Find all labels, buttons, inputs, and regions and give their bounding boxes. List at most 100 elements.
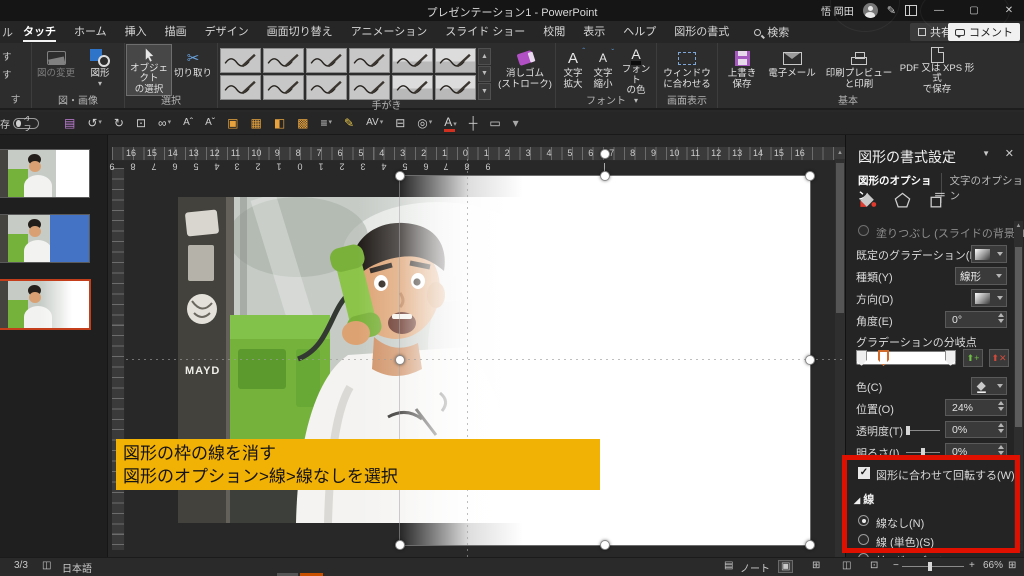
tab-図形の書式[interactable]: 図形の書式 [665, 21, 738, 43]
cut-button[interactable]: ✂ 切り取り [171, 45, 215, 95]
resize-handle-s[interactable] [600, 540, 610, 550]
size-properties-icon[interactable] [928, 191, 947, 213]
gradient-stops-bar[interactable] [856, 350, 956, 366]
zoom-slider-knob[interactable] [928, 562, 932, 571]
slideshow-icon[interactable]: ⊡ [136, 116, 146, 130]
display-icon[interactable]: ⊟ [395, 116, 405, 130]
align-icon[interactable]: ≡ ▾ [321, 116, 333, 130]
add-gradient-stop-button[interactable]: ⬆+ [963, 349, 983, 367]
save-button[interactable]: 上書き 保存 [720, 45, 764, 95]
shrink-font-button[interactable]: Aˇ 文字 縮小 [588, 45, 618, 95]
tab-スライド ショー[interactable]: スライド ショー [436, 21, 534, 43]
transparency-spinner[interactable]: 0% [945, 421, 1007, 438]
gradient-direction-button[interactable] [971, 289, 1007, 307]
tab-表示[interactable]: 表示 [574, 21, 614, 43]
scroll-up-icon[interactable]: ▲ [835, 147, 845, 159]
tab-画面切り替え[interactable]: 画面切り替え [258, 21, 342, 43]
gradient-type-select[interactable]: 線形 [955, 267, 1007, 285]
autosave-toggle[interactable]: 存 オフ [0, 116, 52, 131]
clipped-command[interactable]: す [2, 67, 29, 81]
remove-gradient-stop-button[interactable]: ⬆✕ [989, 349, 1009, 367]
pen-style-5[interactable] [392, 48, 433, 73]
grow-font-button[interactable]: Aˆ 文字 拡大 [558, 45, 588, 95]
pen-style-7[interactable] [220, 75, 261, 100]
brightness-slider[interactable] [906, 448, 940, 457]
horizontal-guide[interactable] [126, 359, 844, 360]
save-as-pdf-button[interactable]: PDF 又は XPS 形式 で保存 [898, 45, 976, 95]
position-spinner[interactable]: 24% [945, 399, 1007, 416]
ribbon-display-options-icon[interactable] [905, 5, 917, 16]
pen-style-1[interactable] [220, 48, 261, 73]
restore-button[interactable]: ▢ [961, 5, 987, 16]
more-commands-icon[interactable]: ▾ [513, 116, 519, 130]
slide-thumbnail-2[interactable] [0, 214, 90, 263]
vertical-guide[interactable] [467, 147, 468, 557]
slide-thumbnail-3-selected[interactable] [0, 279, 91, 330]
tab-file-clipped[interactable]: ル [0, 24, 14, 40]
horizontal-ruler[interactable]: 16 15 14 13 12 11 10 9 8 7 6 5 4 3 2 1 0 1 2 3 4 5 6 7 8 9 10 11 12 1… [112, 147, 845, 161]
normal-view-button[interactable]: ▣ [778, 560, 794, 573]
slide-layout-icon[interactable]: ◧ [274, 116, 285, 130]
shrink-font-icon[interactable]: Aˇ [205, 116, 215, 130]
user-name[interactable]: 悟 岡田 [821, 3, 854, 18]
tab-挿入[interactable]: 挿入 [116, 21, 156, 43]
pen-style-10[interactable] [349, 75, 390, 100]
avatar[interactable] [862, 3, 878, 18]
crop-icon[interactable]: ┼ [469, 116, 478, 130]
resize-handle-w[interactable] [395, 355, 405, 365]
zoom-slider[interactable] [902, 562, 964, 571]
fit-to-window-button[interactable]: ウィンドウ に合わせる [659, 45, 715, 95]
text-box-icon[interactable]: ▭ [489, 116, 500, 130]
undo-icon[interactable]: ↺ ▾ [87, 116, 102, 130]
tab-text-options[interactable]: 文字のオプション [940, 173, 1024, 203]
rotation-handle[interactable] [600, 149, 610, 159]
pen-style-3[interactable] [306, 48, 347, 73]
gradient-stop-3[interactable] [945, 350, 956, 366]
resize-handle-nw[interactable] [395, 171, 405, 181]
scrollbar-thumb[interactable] [1015, 247, 1022, 427]
char-spacing-icon[interactable]: AV ▾ [366, 116, 383, 130]
merge-shapes-icon[interactable]: ◎ ▾ [417, 116, 432, 130]
resize-handle-n[interactable] [600, 171, 610, 181]
transparency-slider[interactable] [906, 426, 940, 435]
duplicate-icon[interactable]: ▩ [297, 116, 308, 130]
slide-sorter-view-button[interactable]: ⊞ [812, 560, 820, 571]
resize-handle-sw[interactable] [395, 540, 405, 550]
inking-pen-icon[interactable]: ✎ [887, 4, 896, 17]
close-button[interactable]: ✕ [996, 5, 1022, 16]
resize-handle-ne[interactable] [805, 171, 815, 181]
font-color-button[interactable]: A フォント の色 ▾ [618, 45, 654, 104]
pen-style-11[interactable] [392, 75, 433, 100]
pen-style-9[interactable] [306, 75, 347, 100]
email-button[interactable]: 電子メール [764, 45, 820, 95]
gallery-more-button[interactable]: ▼ [478, 83, 491, 100]
fit-slide-to-window-button[interactable]: ⊞ [1008, 560, 1016, 571]
hyperlink-icon[interactable]: ∞ ▾ [158, 116, 171, 130]
print-preview-button[interactable]: 印刷プレビュー と印刷 [820, 45, 898, 95]
tab-デザイン[interactable]: デザイン [196, 21, 258, 43]
scrollbar-thumb[interactable] [836, 163, 844, 313]
gallery-down-button[interactable]: ▼ [478, 65, 491, 82]
tab-ホーム[interactable]: ホーム [65, 21, 116, 43]
format-painter-icon[interactable]: ✎ [344, 116, 354, 130]
vertical-ruler[interactable]: 9876543210123456789 [109, 161, 491, 550]
change-picture-button[interactable]: 図の変更 [34, 45, 78, 95]
save-icon[interactable]: ▤ [64, 116, 75, 130]
tab-タッチ[interactable]: タッチ [14, 21, 65, 43]
pen-style-12[interactable] [435, 75, 476, 100]
tab-アニメーション[interactable]: アニメーション [342, 21, 437, 43]
slide-thumbnail-1[interactable] [0, 149, 90, 198]
ink-eraser-button[interactable]: 消しゴム (ストローク) [497, 45, 553, 95]
pen-style-6[interactable] [435, 48, 476, 73]
reading-view-button[interactable]: ◫ [842, 560, 851, 571]
redo-icon[interactable]: ↻ [114, 116, 124, 130]
gradient-stop-1[interactable] [856, 350, 867, 366]
search-box[interactable]: 検索 [754, 24, 789, 40]
paste-icon[interactable]: ▦ [250, 116, 261, 130]
spell-check-icon[interactable]: ◫ [42, 560, 51, 571]
minimize-button[interactable]: — [926, 5, 952, 16]
gradient-stop-2-selected[interactable] [878, 350, 889, 366]
zoom-level[interactable]: 66% [983, 560, 1003, 571]
tab-ヘルプ[interactable]: ヘルプ [614, 21, 665, 43]
resize-handle-se[interactable] [805, 540, 815, 550]
